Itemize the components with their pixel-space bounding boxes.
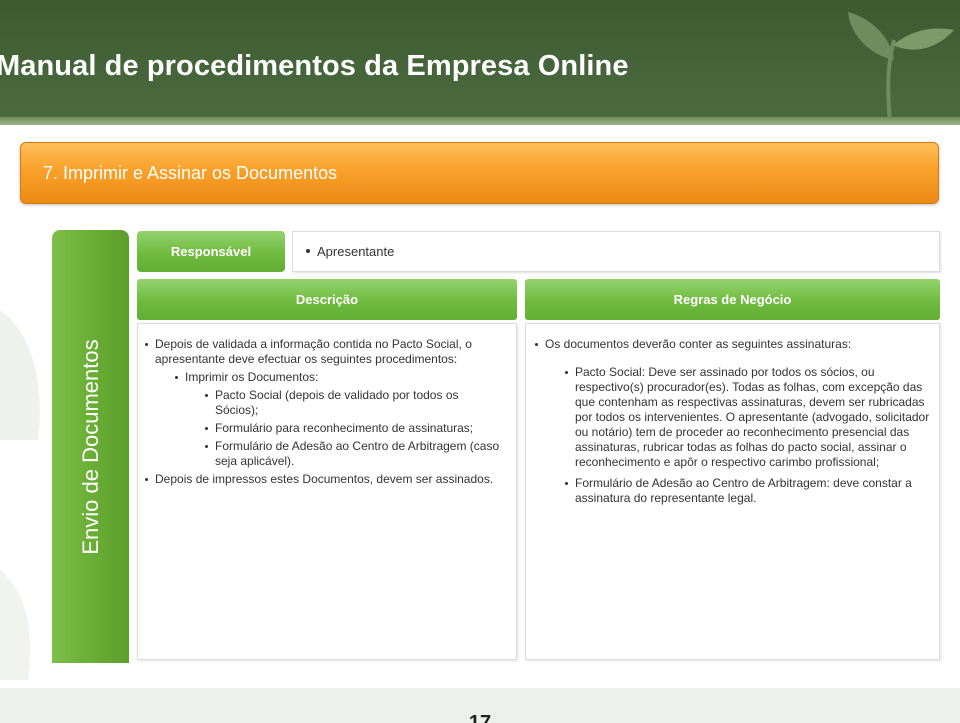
section-title: 7. Imprimir e Assinar os Documentos — [43, 163, 338, 183]
descricao-panel: Depois de validada a informação contida … — [137, 323, 517, 660]
list-item: Imprimir os Documentos: — [138, 370, 500, 385]
descricao-header: Descrição — [137, 279, 517, 320]
list-item: Os documentos deverão conter as seguinte… — [526, 337, 931, 352]
descricao-list: Depois de validada a informação contida … — [138, 337, 500, 490]
side-label-text: Envio de Documentos — [77, 338, 103, 555]
page-title: Manual de procedimentos da Empresa Onlin… — [0, 50, 629, 82]
header-stripe — [0, 117, 960, 125]
list-item: Formulário para reconhecimento de assina… — [138, 421, 500, 436]
regras-panel: Os documentos deverão conter as seguinte… — [525, 323, 940, 660]
side-category-label: Envio de Documentos — [52, 230, 129, 663]
background-leaf-icon — [0, 570, 31, 680]
list-item: Depois de impressos estes Documentos, de… — [138, 472, 500, 487]
list-item: Pacto Social (depois de validado por tod… — [138, 388, 500, 418]
responsavel-label: Responsável — [137, 231, 285, 272]
section-title-bar: 7. Imprimir e Assinar os Documentos — [20, 142, 939, 204]
background-leaf-icon — [0, 310, 40, 440]
page-number: 17 — [468, 712, 492, 723]
list-item: Formulário de Adesão ao Centro de Arbitr… — [526, 476, 931, 506]
responsavel-value: Apresentante — [317, 244, 395, 259]
header-band: Manual de procedimentos da Empresa Onlin… — [0, 0, 960, 125]
regras-header: Regras de Negócio — [525, 279, 940, 320]
responsavel-value-box: Apresentante — [292, 231, 940, 272]
list-item: Depois de validada a informação contida … — [138, 337, 500, 367]
bullet-icon — [306, 249, 310, 253]
list-item: Formulário de Adesão ao Centro de Arbitr… — [138, 439, 500, 469]
list-item: Pacto Social: Deve ser assinado por todo… — [526, 365, 931, 470]
sprout-logo-icon — [848, 12, 954, 125]
regras-list: Os documentos deverão conter as seguinte… — [526, 337, 931, 512]
